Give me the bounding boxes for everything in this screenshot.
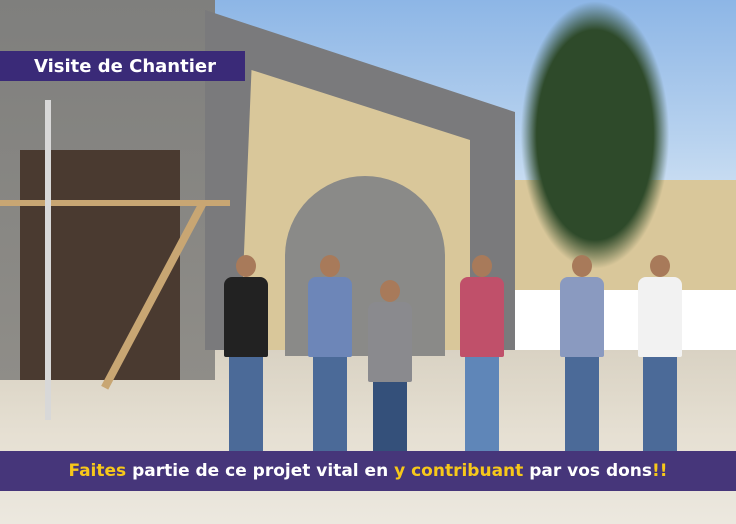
cta-text-highlight: !!	[652, 461, 668, 481]
cta-text: partie de ce projet vital en	[126, 461, 395, 481]
call-to-action-banner: Faites partie de ce projet vital en y co…	[0, 451, 736, 491]
scaffold-pole	[45, 100, 51, 420]
person	[460, 255, 504, 452]
cta-text-highlight: Faites	[68, 461, 127, 481]
doorway	[20, 150, 180, 380]
cta-text-highlight: y contribuant	[394, 461, 524, 481]
header-banner-title: Visite de Chantier	[34, 55, 216, 77]
person	[368, 280, 412, 452]
header-banner: Visite de Chantier	[0, 51, 245, 81]
person	[638, 255, 682, 452]
person	[560, 255, 604, 452]
person	[224, 255, 268, 452]
cypress-tree	[520, 0, 670, 270]
cta-text: par vos dons	[523, 461, 653, 481]
person	[308, 255, 352, 452]
scaffold-beam	[0, 200, 230, 206]
